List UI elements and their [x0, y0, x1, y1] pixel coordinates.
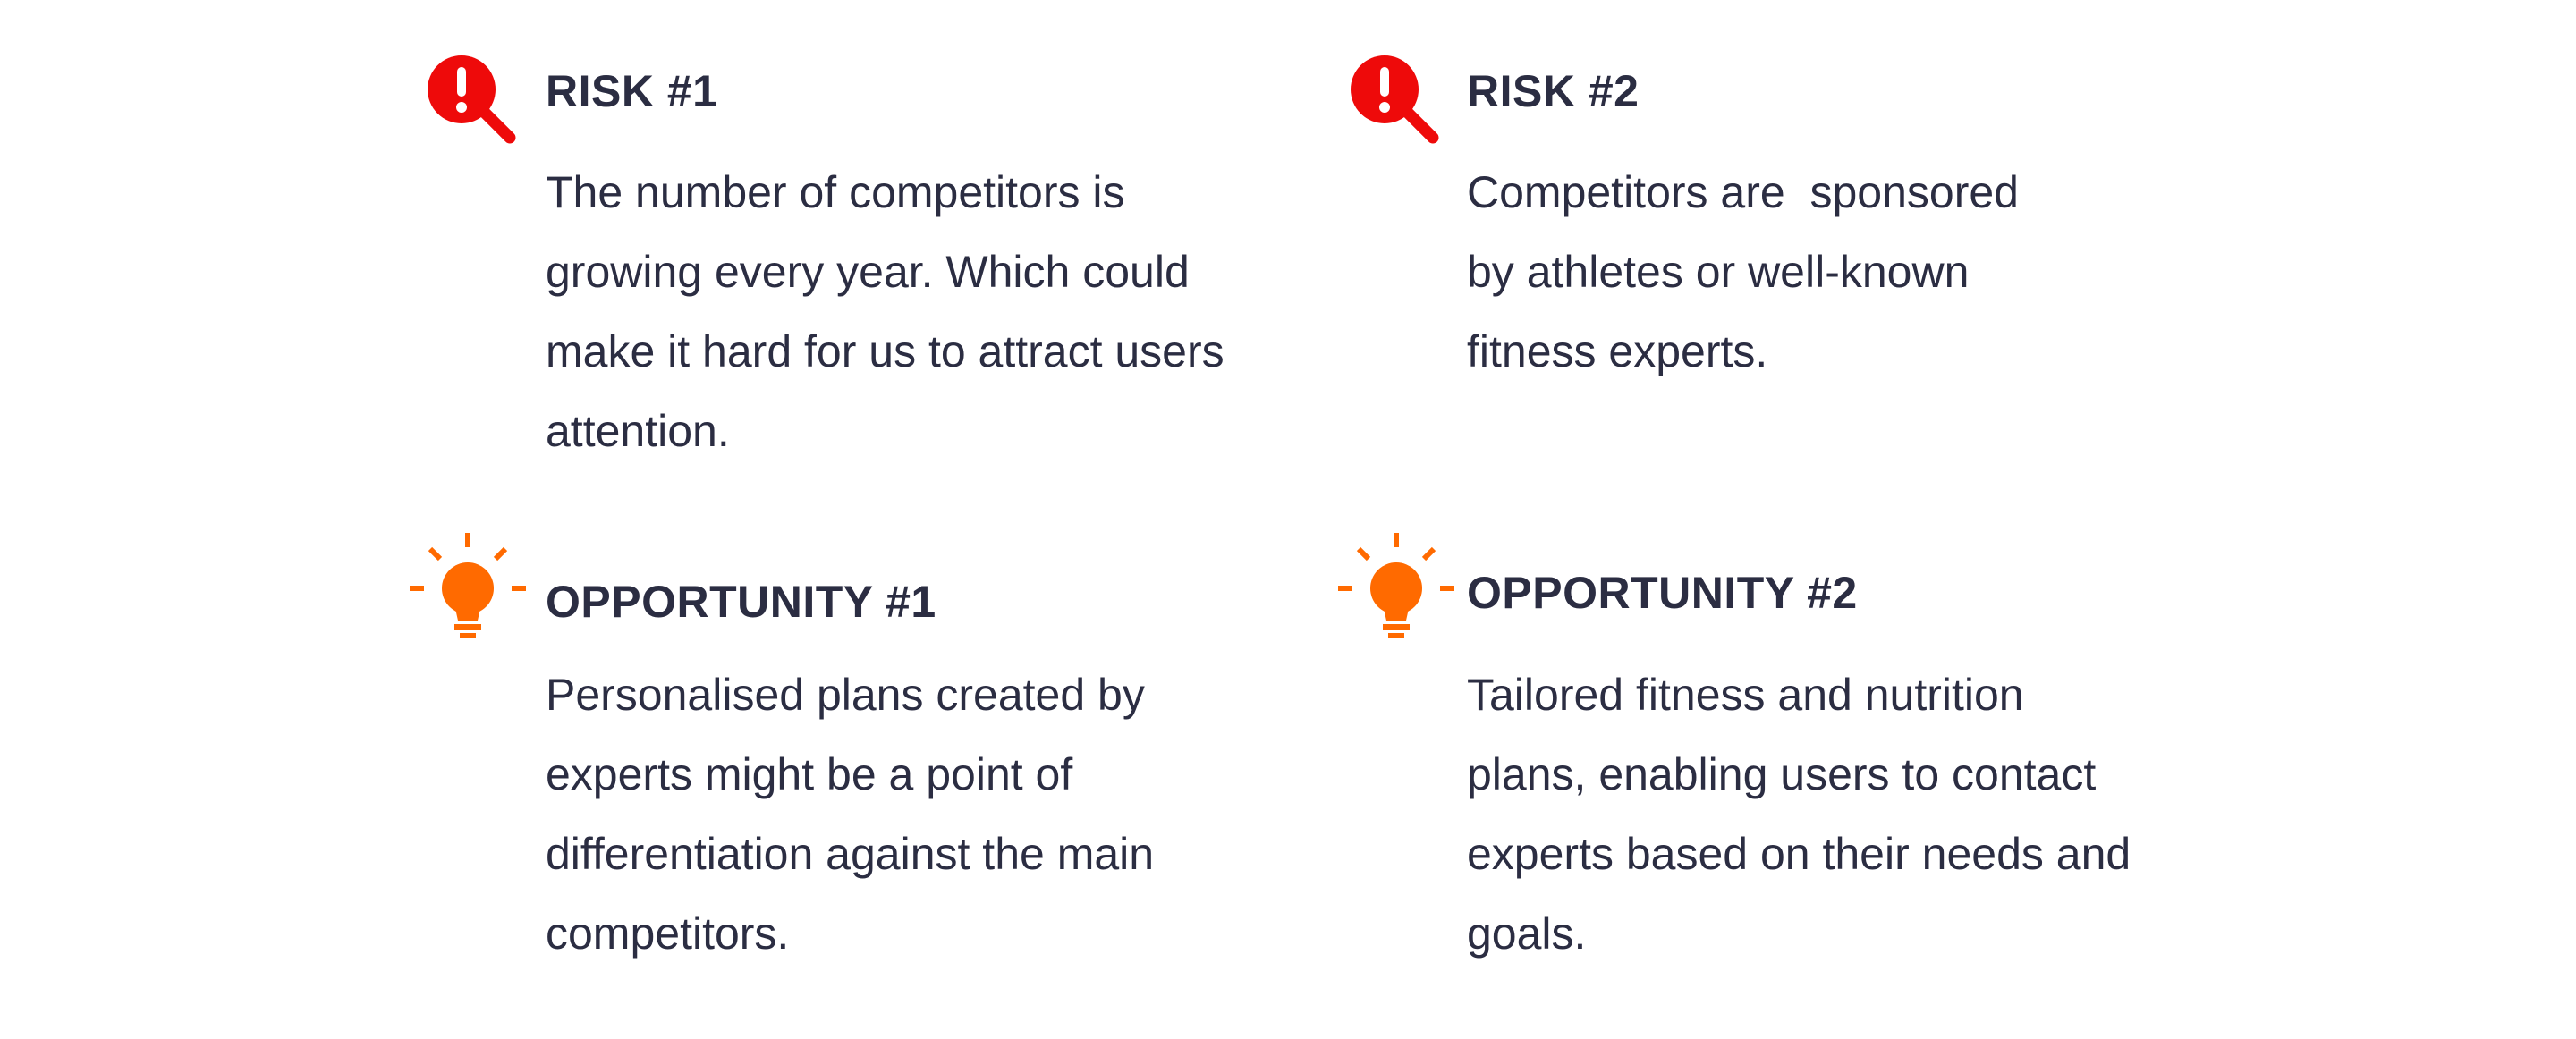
opportunity-description-line: Tailored fitness and nutrition — [1467, 670, 2024, 720]
opportunity-title: OPPORTUNITY #1 — [546, 577, 936, 627]
risk-title: RISK #1 — [546, 66, 718, 116]
risk-description-line: fitness experts. — [1467, 326, 1768, 376]
risk-description: The number of competitors is growing eve… — [546, 153, 1224, 471]
risk-description-line: by athletes or well-known — [1467, 247, 1970, 297]
risk-description-line: attention. — [546, 406, 730, 456]
lightbulb-icon — [410, 533, 526, 638]
risk-description-line: growing every year. Which could — [546, 247, 1190, 297]
opportunity-description-line: experts might be a point of — [546, 749, 1073, 799]
opportunity-description: Personalised plans created by experts mi… — [546, 655, 1154, 974]
magnifier-alert-icon — [1351, 55, 1439, 144]
risk-title: RISK #2 — [1467, 66, 1640, 116]
opportunity-description-line: plans, enabling users to contact — [1467, 749, 2097, 799]
opportunity-description-line: experts based on their needs and — [1467, 829, 2131, 879]
magnifier-alert-icon — [428, 55, 516, 144]
opportunity-description-line: goals. — [1467, 908, 1587, 959]
opportunity-description-line: differentiation against the main — [546, 829, 1155, 879]
risk-description: Competitors are sponsored by athletes or… — [1467, 153, 2019, 392]
risk-description-line: The number of competitors is — [546, 167, 1125, 217]
opportunity-description-line: Personalised plans created by — [546, 670, 1145, 720]
risk-description-line: Competitors are sponsored — [1467, 167, 2019, 217]
opportunity-title: OPPORTUNITY #2 — [1467, 568, 1858, 618]
lightbulb-icon — [1338, 533, 1454, 638]
opportunity-description-line: competitors. — [546, 908, 790, 959]
risk-description-line: make it hard for us to attract users — [546, 326, 1224, 376]
opportunity-description: Tailored fitness and nutrition plans, en… — [1467, 655, 2131, 974]
